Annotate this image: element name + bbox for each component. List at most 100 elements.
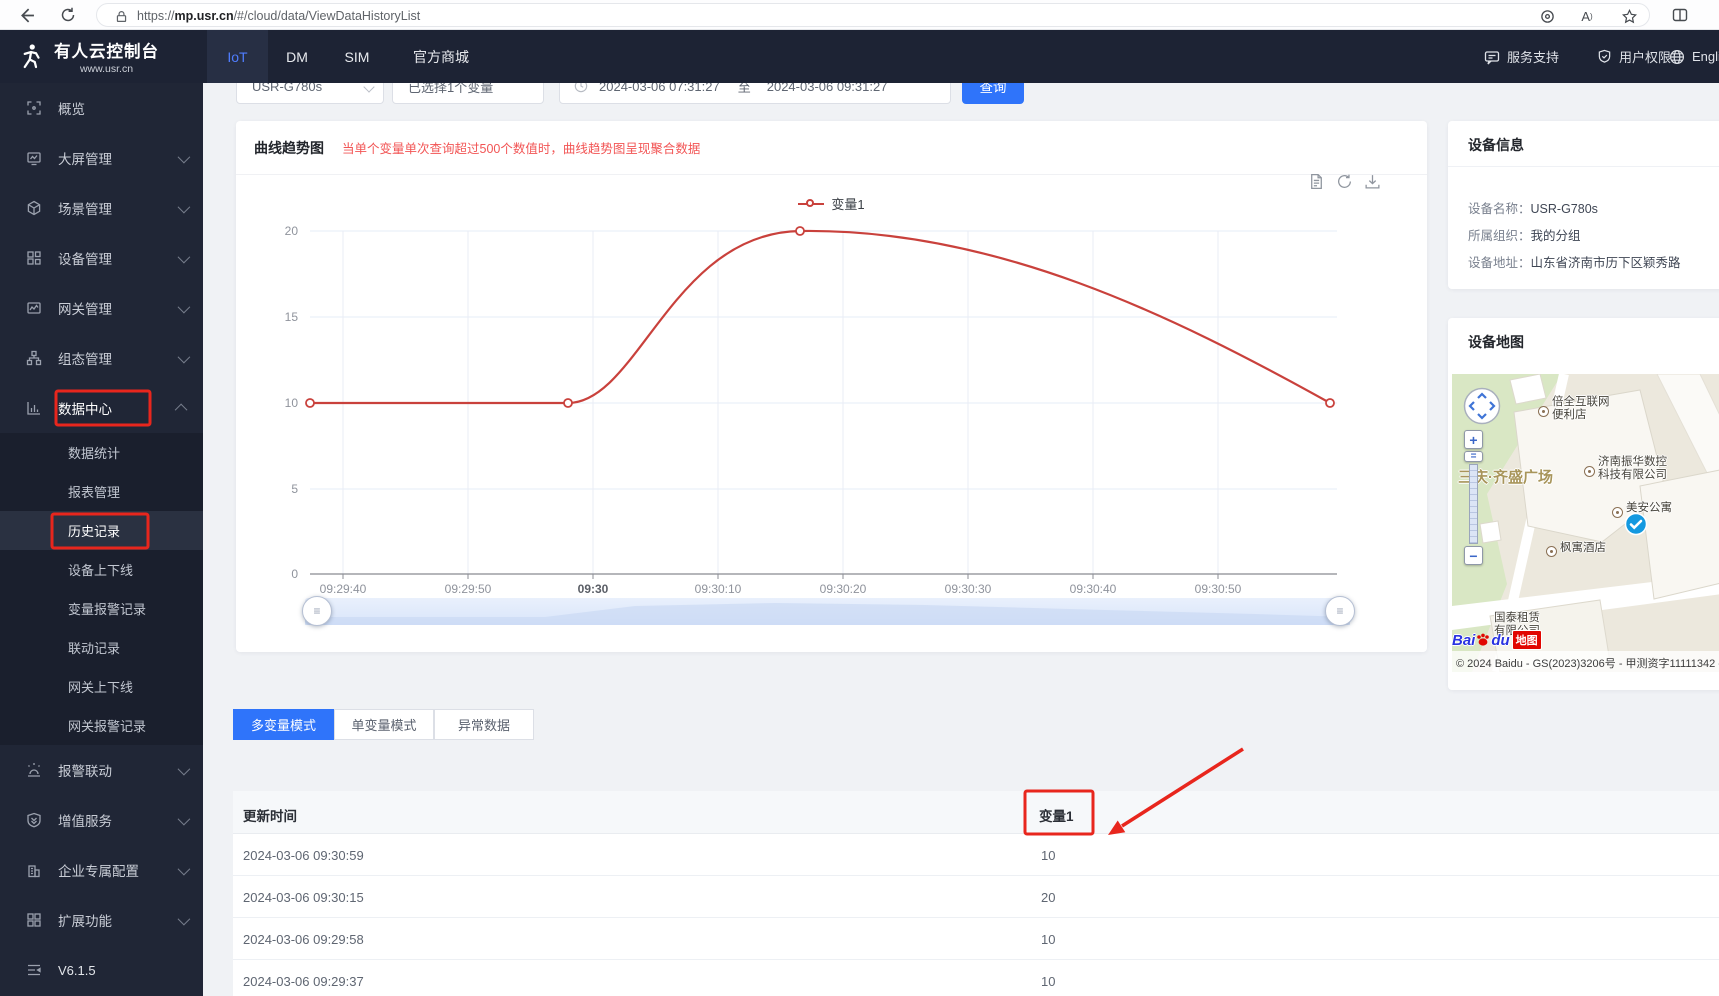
- legend-marker: [798, 198, 825, 207]
- map-zoom-track[interactable]: [1469, 464, 1478, 544]
- location-icon[interactable]: [1535, 4, 1559, 28]
- poi-icon: [1584, 466, 1595, 477]
- svg-text:09:29:40: 09:29:40: [320, 582, 367, 596]
- map-label-hotel: 枫寓酒店: [1560, 542, 1606, 554]
- svg-text:09:30: 09:30: [578, 582, 609, 596]
- table-row[interactable]: 2024-03-06 09:29:37 10: [233, 960, 1719, 996]
- tab-single-variable[interactable]: 单变量模式: [334, 709, 434, 740]
- datazoom-slider[interactable]: ≡ ≡: [302, 596, 1355, 626]
- version-label: V6.1.5: [58, 962, 96, 978]
- download-icon[interactable]: [1364, 173, 1381, 190]
- table-header: 更新时间 变量1: [233, 791, 1719, 834]
- table-row[interactable]: 2024-03-06 09:30:59 10: [233, 834, 1719, 876]
- sidebar-subitem-device-online-offline[interactable]: 设备上下线: [0, 550, 203, 589]
- map-zoom-out-button[interactable]: −: [1464, 546, 1483, 565]
- chevron-down-icon: [177, 812, 191, 825]
- table-row[interactable]: 2024-03-06 09:29:58 10: [233, 918, 1719, 960]
- nav-tab-shop[interactable]: 官方商城: [388, 30, 494, 83]
- poi-icon: [1538, 406, 1549, 417]
- chevron-down-icon: [177, 912, 191, 925]
- sidebar-item-device[interactable]: 设备管理: [0, 233, 203, 283]
- chart-title: 曲线趋势图: [254, 139, 324, 156]
- data-center-icon: [27, 402, 40, 415]
- device-location-marker[interactable]: [1624, 512, 1648, 536]
- map-copyright: © 2024 Baidu - GS(2023)3206号 - 甲测资字11111…: [1452, 651, 1719, 672]
- map-zoom-handle[interactable]: =: [1464, 451, 1483, 462]
- sidebar-item-alarm-linkage[interactable]: 报警联动: [0, 745, 203, 795]
- support-menu[interactable]: 服务支持: [1484, 30, 1559, 83]
- sidebar-item-topology[interactable]: 组态管理: [0, 333, 203, 383]
- datazoom-shadow: [305, 603, 1350, 625]
- sidebar-item-enterprise-config[interactable]: 企业专属配置: [0, 845, 203, 895]
- tab-multi-variable[interactable]: 多变量模式: [233, 709, 334, 740]
- y-axis-labels: 20 15 10 5 0: [285, 224, 299, 581]
- svg-text:20: 20: [285, 224, 299, 238]
- svg-text:5: 5: [291, 482, 298, 496]
- col-header-time: 更新时间: [243, 809, 297, 824]
- chevron-up-icon: [174, 403, 188, 416]
- sidebar-subitem-linkage-records[interactable]: 联动记录: [0, 628, 203, 667]
- device-info-title: 设备信息: [1468, 137, 1524, 153]
- col-header-variable1: 变量1: [1039, 809, 1074, 824]
- device-address-row: 设备地址：山东省济南市历下区颖秀路: [1468, 256, 1681, 270]
- sidebar-subitem-data-statistics[interactable]: 数据统计: [0, 433, 203, 472]
- device-org-row: 所属组织：我的分组: [1468, 229, 1581, 243]
- x-axis-labels: 09:29:40 09:29:50 09:30 09:30:10 09:30:2…: [320, 582, 1242, 596]
- baidu-maps-logo: Bai du 地图: [1452, 630, 1542, 650]
- sidebar-subitem-gateway-alarm-records[interactable]: 网关报警记录: [0, 706, 203, 745]
- tab-abnormal-data[interactable]: 异常数据: [434, 709, 534, 740]
- refresh-chart-icon[interactable]: [1336, 173, 1353, 190]
- sidebar-item-extensions[interactable]: 扩展功能: [0, 895, 203, 945]
- split-screen-icon[interactable]: [1668, 3, 1692, 27]
- sidebar-subitem-gateway-online-offline[interactable]: 网关上下线: [0, 667, 203, 706]
- chart-card-header: 曲线趋势图 当单个变量单次查询超过500个数值时，曲线趋势图呈现聚合数据: [236, 121, 1427, 175]
- scene-icon: [27, 200, 41, 216]
- sidebar-item-scene[interactable]: 场景管理: [0, 183, 203, 233]
- svg-text:09:30:40: 09:30:40: [1070, 582, 1117, 596]
- logo[interactable]: 有人云控制台 www.usr.cn: [0, 30, 203, 83]
- map-label-company: 济南振华数控 科技有限公司: [1598, 456, 1667, 481]
- sidebar-subitem-variable-alarm-records[interactable]: 变量报警记录: [0, 589, 203, 628]
- favorite-star-icon[interactable]: [1617, 4, 1641, 28]
- lock-icon[interactable]: [109, 4, 133, 28]
- back-icon[interactable]: [14, 3, 38, 27]
- refresh-icon[interactable]: [56, 3, 80, 27]
- device-map-title: 设备地图: [1468, 334, 1524, 350]
- sidebar-item-datacenter[interactable]: 数据中心: [0, 383, 203, 433]
- svg-text:10: 10: [285, 396, 299, 410]
- device-info-card: 设备信息 设备名称：USR-G780s 所属组织：我的分组 设备地址：山东省济南…: [1448, 121, 1719, 289]
- overview-icon: [27, 101, 41, 115]
- sidebar-item-value-services[interactable]: 增值服务: [0, 795, 203, 845]
- trend-chart-card: 曲线趋势图 当单个变量单次查询超过500个数值时，曲线趋势图呈现聚合数据 变量1: [236, 121, 1427, 652]
- table-row[interactable]: 2024-03-06 09:30:15 20: [233, 876, 1719, 918]
- nav-tab-sim[interactable]: SIM: [326, 30, 388, 83]
- data-view-icon[interactable]: [1308, 173, 1325, 190]
- chat-icon: [1484, 50, 1500, 64]
- sidebar-subitem-history-records[interactable]: 历史记录: [0, 511, 203, 550]
- device-icon: [27, 251, 41, 265]
- svg-text:09:29:50: 09:29:50: [445, 582, 492, 596]
- globe-icon: [1669, 49, 1685, 64]
- app-header: 有人云控制台 www.usr.cn IoT DM SIM 官方商城 服务支持 用…: [0, 30, 1719, 83]
- sidebar-item-gateway[interactable]: 网关管理: [0, 283, 203, 333]
- read-aloud-icon[interactable]: A): [1575, 4, 1599, 28]
- address-bar[interactable]: https://mp.usr.cn/#/cloud/data/ViewDataH…: [96, 3, 1650, 27]
- map-pan-control[interactable]: [1463, 387, 1501, 425]
- sidebar-item-bigscreen[interactable]: 大屏管理: [0, 133, 203, 183]
- building-icon: [28, 865, 40, 878]
- permissions-menu[interactable]: 用户权限: [1597, 30, 1671, 83]
- nav-tab-dm[interactable]: DM: [268, 30, 326, 83]
- datazoom-right-handle[interactable]: ≡: [1325, 596, 1355, 626]
- baidu-map[interactable]: + = − 倍全互联网 便利店 济南振华数控 科技有限公司 三庆·齐盛广场 美安公寓…: [1452, 374, 1719, 672]
- line-chart-plot[interactable]: 20 15 10 5 0 09:29:40 09:29:50 09:30 09:…: [236, 211, 1427, 601]
- map-zoom-in-button[interactable]: +: [1464, 430, 1483, 449]
- nav-tab-iot[interactable]: IoT: [207, 30, 268, 83]
- sidebar-item-overview[interactable]: 概览: [0, 83, 203, 133]
- device-name-row: 设备名称：USR-G780s: [1468, 202, 1598, 216]
- version-row[interactable]: V6.1.5: [0, 945, 203, 995]
- language-menu[interactable]: English: [1669, 30, 1719, 83]
- url-text: https://mp.usr.cn/#/cloud/data/ViewDataH…: [137, 9, 421, 23]
- datazoom-left-handle[interactable]: ≡: [302, 596, 332, 626]
- map-label-store: 倍全互联网 便利店: [1552, 396, 1610, 421]
- sidebar-subitem-report-management[interactable]: 报表管理: [0, 472, 203, 511]
